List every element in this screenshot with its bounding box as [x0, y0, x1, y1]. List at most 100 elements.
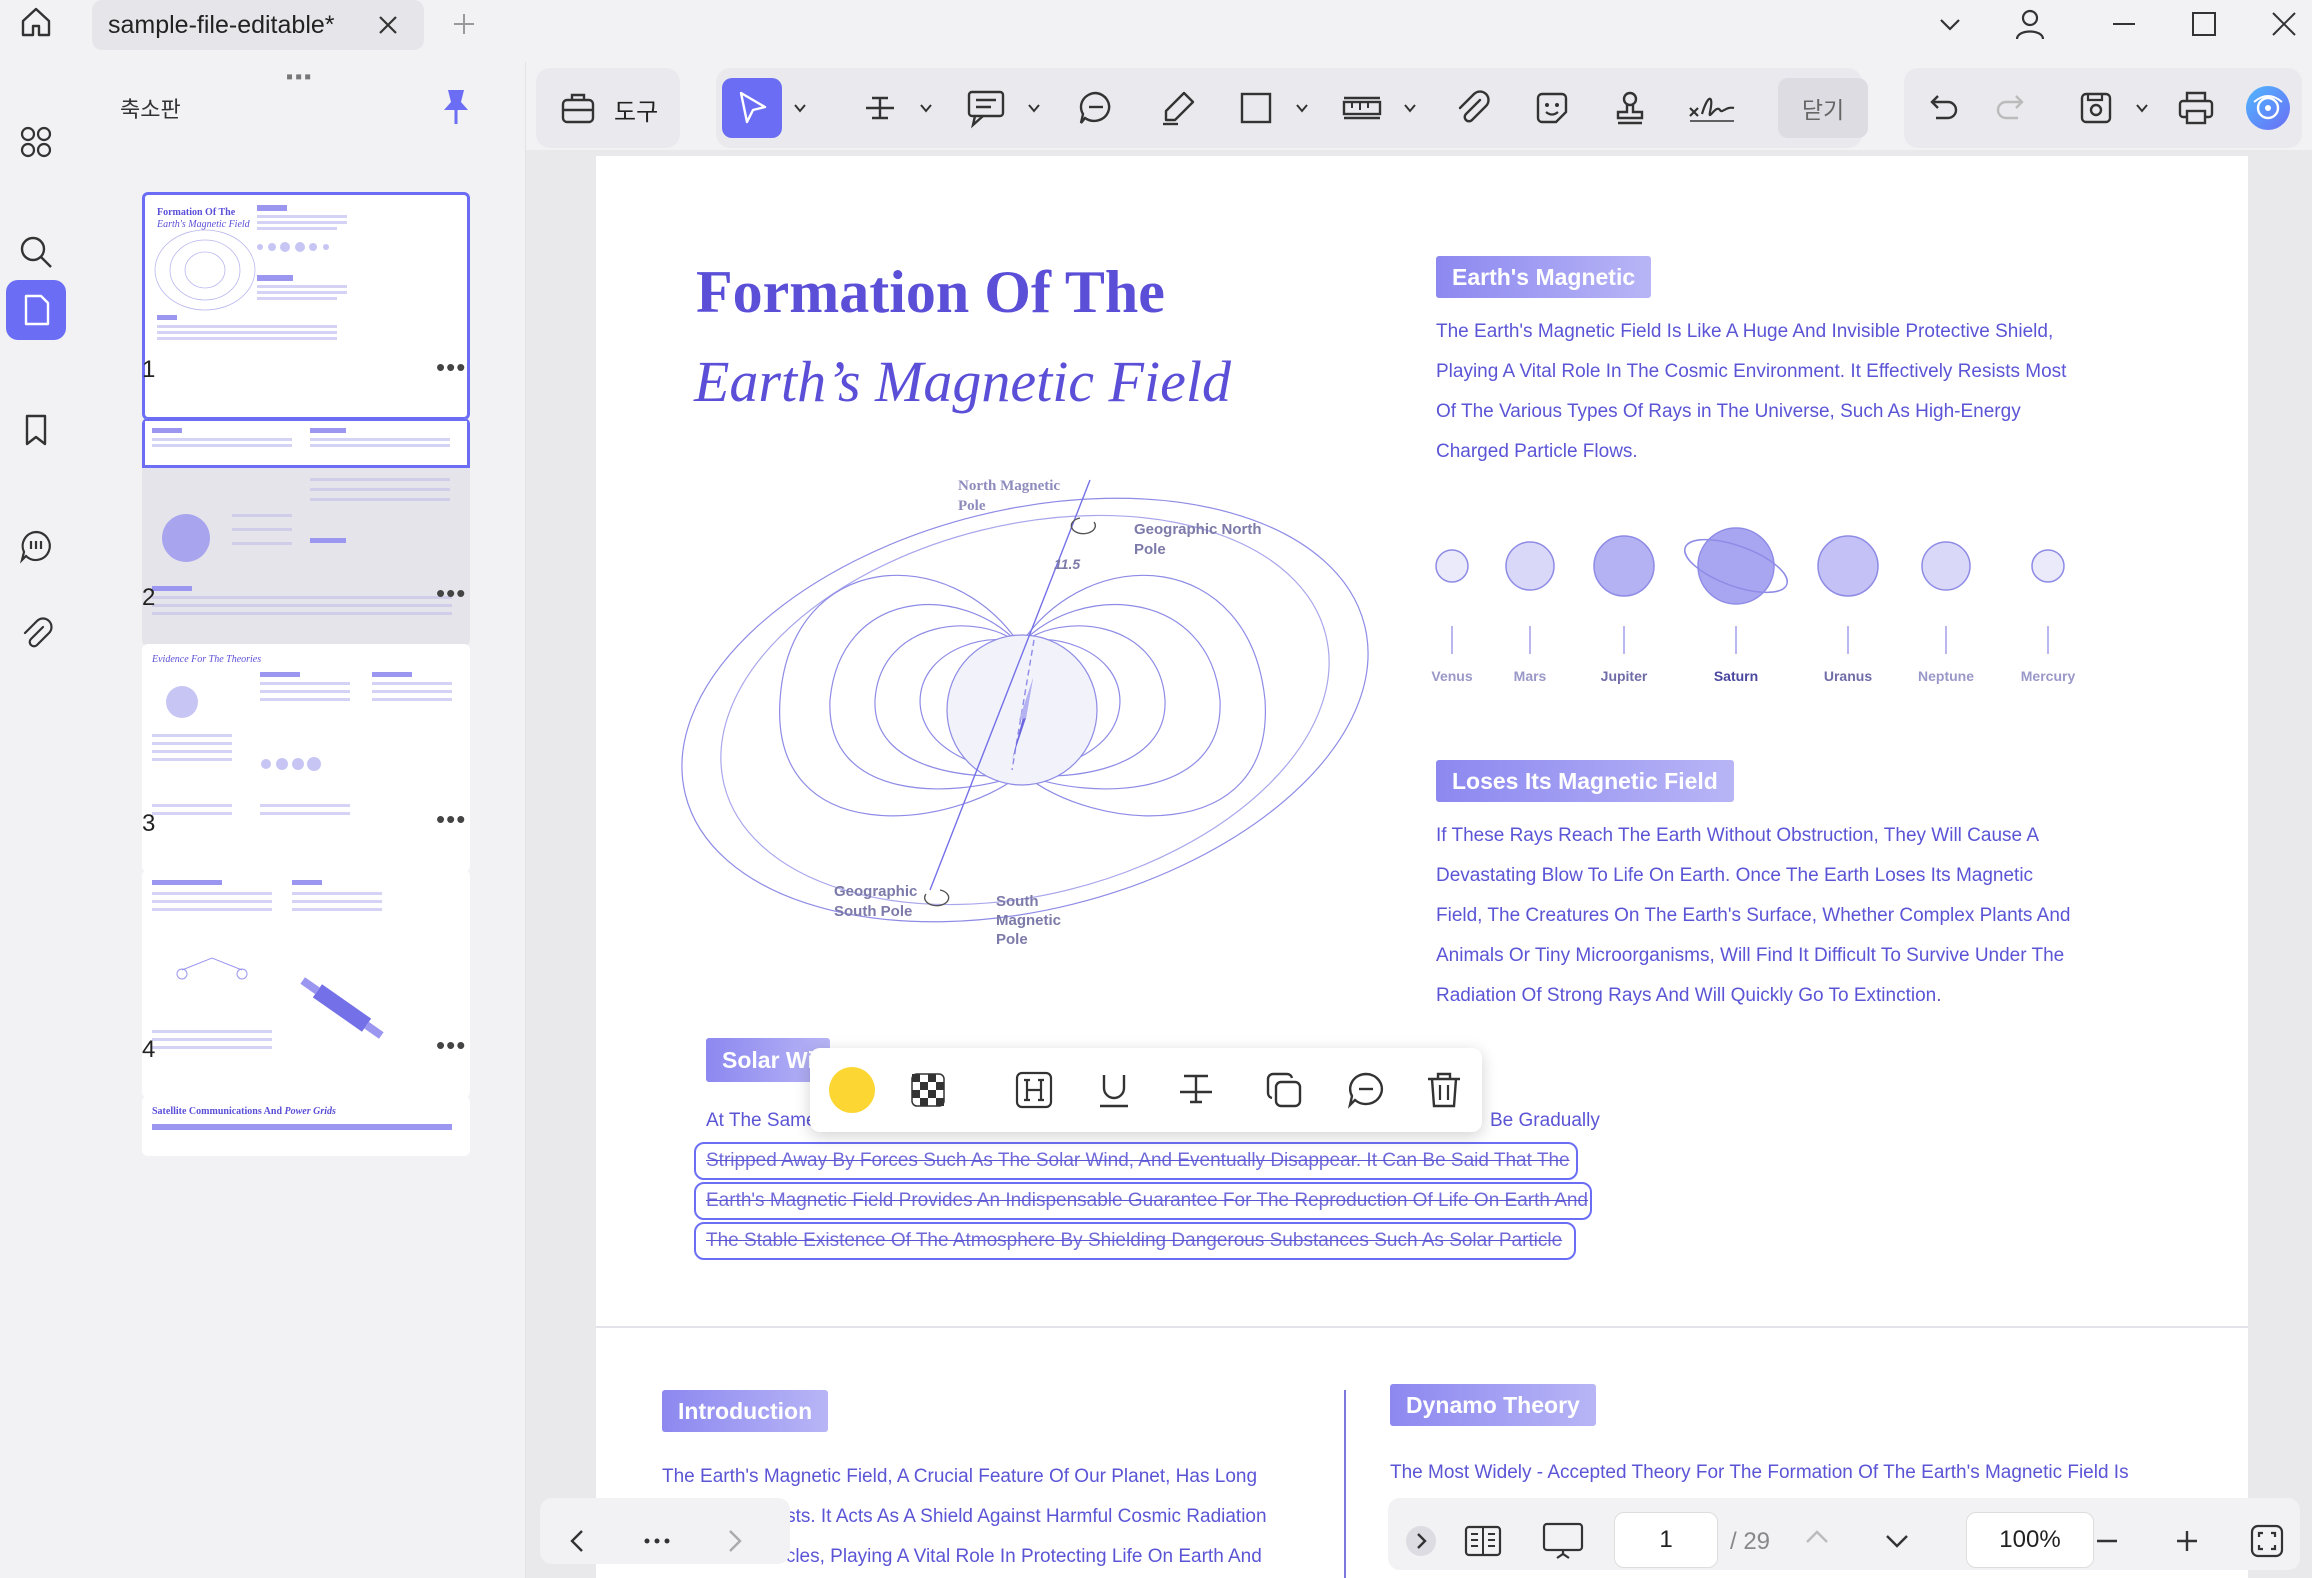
chevron-down-icon[interactable]	[1928, 2, 1972, 46]
more-horizontal-icon[interactable]	[632, 1516, 682, 1566]
chevron-down-icon[interactable]	[1402, 100, 1418, 116]
planet-label-jupiter: Jupiter	[1600, 668, 1648, 684]
home-icon[interactable]	[14, 0, 58, 44]
chevron-down-icon[interactable]	[2134, 100, 2150, 116]
planet-label-mercury: Mercury	[2020, 668, 2076, 684]
text-line: Radiation Of Strong Rays And Will Quickl…	[1436, 985, 1942, 1006]
page-thumbnail-4[interactable]	[142, 870, 470, 1098]
search-icon[interactable]	[6, 222, 66, 282]
highlighter-icon[interactable]	[1148, 78, 1208, 138]
zoom-in-icon[interactable]	[2162, 1516, 2212, 1566]
zoom-out-icon[interactable]	[2082, 1516, 2132, 1566]
highlight-text-icon[interactable]	[1006, 1062, 1062, 1118]
print-icon[interactable]	[2166, 78, 2226, 138]
pin-icon[interactable]	[438, 86, 478, 126]
struck-text: The Stable Existence Of The Atmosphere B…	[706, 1230, 1563, 1251]
planets-diagram	[1435, 527, 2065, 654]
attach-file-icon[interactable]	[1442, 78, 1502, 138]
toolbox-icon[interactable]	[548, 78, 608, 138]
document-tab[interactable]: sample-file-editable*	[92, 0, 424, 50]
copy-icon[interactable]	[1256, 1062, 1312, 1118]
doc-title-line1: Formation Of The	[696, 259, 1165, 325]
more-options-icon[interactable]: •••	[436, 804, 466, 835]
annotation-context-toolbar	[810, 1048, 1482, 1132]
thumbnail-panel: ▪▪▪ 축소판 Formation Of The Earth's Magneti…	[86, 62, 526, 1578]
text-line: Animals Or Tiny Microorganisms, Will Fin…	[1436, 945, 2065, 966]
minimize-button[interactable]	[2102, 2, 2146, 46]
signature-icon[interactable]	[1682, 78, 1742, 138]
chevron-right-icon[interactable]	[710, 1516, 760, 1566]
stamp-icon[interactable]	[1600, 78, 1660, 138]
attachment-icon[interactable]	[6, 604, 66, 664]
page-number-input[interactable]: 1	[1614, 1512, 1718, 1568]
bookmark-icon[interactable]	[6, 400, 66, 460]
window-close-button[interactable]	[2262, 2, 2306, 46]
title-bar: sample-file-editable*	[0, 0, 2312, 62]
two-page-view-icon[interactable]	[1458, 1516, 1508, 1566]
geographic-north-pole-label: Geographic North Pole	[1134, 521, 1262, 558]
geographic-south-pole-label: Geographic South Pole	[834, 883, 918, 920]
text-comment-icon[interactable]	[956, 78, 1016, 138]
thumb-page-number: 2	[142, 584, 156, 611]
comments-icon[interactable]	[6, 516, 66, 576]
chevron-down-icon[interactable]	[1026, 100, 1042, 116]
ai-assistant-icon[interactable]	[2238, 78, 2298, 138]
tilt-angle-label: 11.5	[1054, 556, 1081, 572]
tools-label[interactable]: 도구	[614, 92, 658, 127]
page-thumbnail-1[interactable]: Formation Of The Earth's Magnetic Field	[142, 192, 470, 420]
close-tools-button[interactable]: 닫기	[1778, 78, 1868, 138]
chevron-down-icon[interactable]	[792, 100, 808, 116]
measure-ruler-icon[interactable]	[1332, 78, 1392, 138]
zoom-level[interactable]: 100%	[1966, 1512, 2094, 1568]
text-line: If These Rays Reach The Earth Without Ob…	[1436, 825, 2039, 846]
strikethrough-annotation[interactable]: Stripped Away By Forces Such As The Sola…	[694, 1142, 1578, 1180]
chevron-down-icon[interactable]	[1294, 100, 1310, 116]
thumbnails-icon[interactable]	[6, 280, 66, 340]
page-thumbnail-3[interactable]: Evidence For The Theories	[142, 644, 470, 872]
redo-icon[interactable]	[1982, 78, 2042, 138]
planet-label-neptune: Neptune	[1918, 668, 1974, 684]
color-picker-yellow-icon[interactable]	[824, 1062, 880, 1118]
page-total: / 29	[1730, 1528, 1771, 1555]
strikethrough-annotation[interactable]: The Stable Existence Of The Atmosphere B…	[694, 1222, 1576, 1260]
chevron-down-icon[interactable]	[918, 100, 934, 116]
maximize-button[interactable]	[2182, 2, 2226, 46]
fit-page-icon[interactable]	[2242, 1516, 2292, 1566]
text-line: The Earth's Magnetic Field Is Like A Hug…	[1436, 321, 2054, 342]
underline-icon[interactable]	[1086, 1062, 1142, 1118]
chevron-down-icon[interactable]	[1872, 1516, 1922, 1566]
panel-resize-grip[interactable]: ▪▪▪	[286, 66, 313, 89]
strikethrough-text-icon[interactable]	[1168, 1062, 1224, 1118]
dynamo-line-1: The Most Widely - Accepted Theory For Th…	[1390, 1462, 2129, 1483]
save-icon[interactable]	[2066, 78, 2126, 138]
delete-icon[interactable]	[1416, 1062, 1472, 1118]
page-separator	[596, 1326, 2248, 1328]
add-comment-icon[interactable]	[1338, 1062, 1394, 1118]
undo-icon[interactable]	[1912, 78, 1972, 138]
presentation-icon[interactable]	[1538, 1516, 1588, 1566]
select-cursor-icon[interactable]	[722, 78, 782, 138]
strikethrough-icon[interactable]	[850, 78, 910, 138]
intro-line-3: rticles, Playing A Vital Role In Protect…	[770, 1546, 1262, 1567]
user-icon[interactable]	[2008, 2, 2052, 46]
page-thumbnail-5[interactable]: Satellite Communications And Power Grids	[142, 1096, 470, 1156]
close-icon[interactable]	[370, 7, 406, 43]
more-options-icon[interactable]: •••	[436, 578, 466, 609]
opacity-icon[interactable]	[900, 1062, 956, 1118]
comment-icon[interactable]	[1066, 78, 1126, 138]
collapse-bar-icon[interactable]	[1396, 1516, 1446, 1566]
add-tab-button[interactable]	[444, 4, 484, 44]
rectangle-shape-icon[interactable]	[1226, 78, 1286, 138]
strikethrough-annotation[interactable]: Earth's Magnetic Field Provides An Indis…	[694, 1182, 1592, 1220]
chevron-up-icon[interactable]	[1792, 1512, 1842, 1562]
more-options-icon[interactable]: •••	[436, 352, 466, 383]
chevron-left-icon[interactable]	[552, 1516, 602, 1566]
sticker-icon[interactable]	[1522, 78, 1582, 138]
more-options-icon[interactable]: •••	[436, 1030, 466, 1061]
text-line: Devastating Blow To Life On Earth. Once …	[1436, 865, 2034, 886]
struck-text: Stripped Away By Forces Such As The Sola…	[706, 1150, 1570, 1171]
page-thumbnail-2[interactable]	[142, 418, 470, 646]
intro-line-1: The Earth's Magnetic Field, A Crucial Fe…	[662, 1466, 1258, 1487]
apps-icon[interactable]	[6, 112, 66, 172]
south-magnetic-pole-label: South Magnetic Pole	[996, 893, 1062, 948]
